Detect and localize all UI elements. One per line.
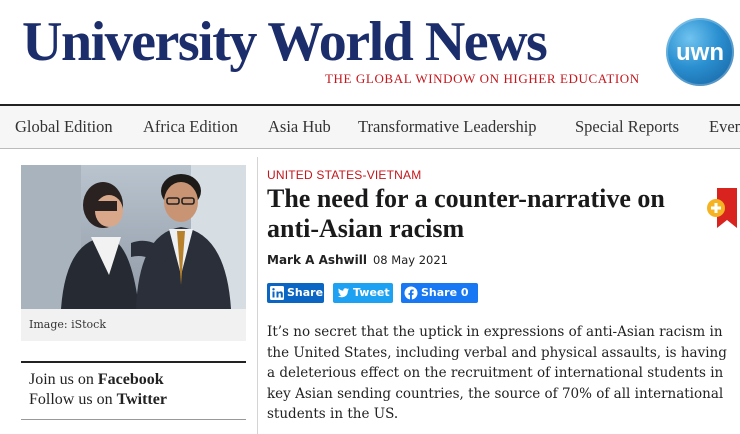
twitter-link[interactable]: Twitter [117, 391, 167, 408]
nav-asia-hub[interactable]: Asia Hub [268, 117, 331, 137]
article-headline: The need for a counter-narrative on anti… [267, 184, 665, 243]
follow-twitter-line: Follow us on Twitter [29, 390, 167, 410]
photo-caption-box: Image: iStock [21, 309, 246, 341]
nav-special-reports[interactable]: Special Reports [575, 117, 679, 137]
nav-transformative-leadership[interactable]: Transformative Leadership [358, 117, 537, 137]
article-photo-image [21, 165, 246, 309]
follow-facebook-prefix: Join us on [29, 371, 98, 388]
uwn-logo-icon[interactable]: uwn [666, 18, 734, 86]
follow-facebook-line: Join us on Facebook [29, 370, 167, 390]
nav-africa-edition[interactable]: Africa Edition [143, 117, 238, 137]
main-nav: Global Edition Africa Edition Asia Hub T… [0, 106, 740, 148]
nav-divider [0, 148, 740, 149]
bookmark-add-icon[interactable] [707, 188, 737, 228]
follow-block: Join us on Facebook Follow us on Twitter [29, 370, 167, 410]
nav-global-edition[interactable]: Global Edition [15, 117, 113, 137]
site-tagline: THE GLOBAL WINDOW ON HIGHER EDUCATION [325, 71, 640, 86]
facebook-share-label: Share 0 [421, 286, 469, 299]
linkedin-icon [267, 283, 287, 310]
article-body: It’s no secret that the uptick in expres… [267, 324, 727, 422]
photo-caption: Image: iStock [29, 318, 107, 331]
facebook-link[interactable]: Facebook [98, 371, 164, 388]
facebook-share-button[interactable]: Share 0 [401, 283, 478, 303]
article-photo[interactable] [21, 165, 246, 309]
sidebar-divider-bottom [21, 419, 246, 420]
article-author[interactable]: Mark A Ashwill [267, 253, 367, 267]
article-byline: Mark A Ashwill 08 May 2021 [267, 253, 448, 267]
twitter-tweet-button[interactable]: Tweet [333, 283, 393, 303]
article-date: 08 May 2021 [372, 253, 448, 267]
masthead: University World News THE GLOBAL WINDOW … [0, 0, 740, 104]
linkedin-share-label: Share [287, 286, 324, 299]
badge-text: uwn [676, 39, 724, 66]
linkedin-share-button[interactable]: Share [267, 283, 324, 303]
twitter-bird-icon [333, 283, 353, 310]
sidebar-divider [21, 361, 246, 363]
twitter-tweet-label: Tweet [353, 286, 390, 299]
site-title[interactable]: University World News [22, 12, 548, 72]
facebook-icon [401, 283, 421, 310]
follow-twitter-prefix: Follow us on [29, 391, 117, 408]
column-divider [257, 157, 258, 434]
article-section[interactable]: UNITED STATES-VIETNAM [267, 168, 421, 182]
nav-events[interactable]: Even [709, 117, 740, 137]
